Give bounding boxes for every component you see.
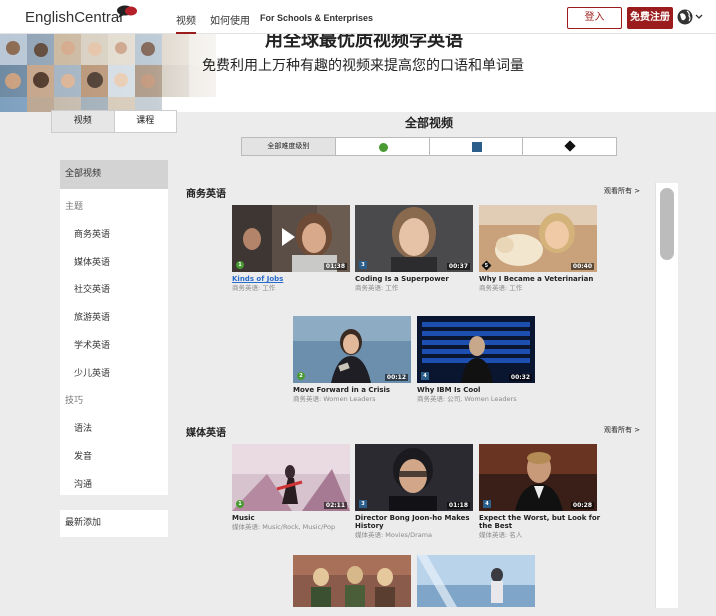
sidebar-item-pronunciation[interactable]: 发音 — [60, 449, 168, 462]
video-duration: 00:28 — [570, 502, 594, 509]
level-filter-intermediate[interactable] — [430, 138, 524, 155]
video-title[interactable]: Director Bong Joon-ho Makes History — [355, 514, 477, 530]
level-filter-all[interactable]: 全部难度级别 — [242, 138, 336, 155]
page-title: 全部视频 — [404, 116, 453, 130]
level-badge-number: 5 — [484, 262, 488, 269]
nav-videos-label: 视频 — [176, 16, 196, 27]
difficulty-level-filter: 全部难度级别 — [241, 137, 617, 156]
logo-text: EnglishCentral — [25, 9, 123, 26]
content-scrollbar[interactable] — [655, 183, 678, 608]
video-title[interactable]: Coding Is a Superpower — [355, 275, 477, 283]
nav-schools-label: For Schools & Enterprises — [260, 13, 374, 23]
login-button[interactable]: 登入 — [567, 7, 622, 29]
level-badge: 1 — [236, 261, 244, 269]
sidebar-item-academic[interactable]: 学术英语 — [60, 338, 168, 351]
level-filter-beginner[interactable] — [336, 138, 430, 155]
blue-square-icon — [471, 142, 482, 152]
video-thumbnail[interactable] — [417, 555, 535, 607]
videos-courses-toggle: 视频 课程 — [51, 110, 177, 133]
video-thumbnail[interactable]: 3 01:18 — [355, 444, 473, 511]
toggle-courses[interactable]: 课程 — [115, 111, 177, 132]
sidebar-item-all-videos[interactable]: 全部视频 — [60, 160, 168, 189]
video-thumbnail[interactable]: 4 00:28 — [479, 444, 597, 511]
video-title[interactable]: Move Forward in a Crisis — [293, 386, 415, 394]
video-duration: 02:11 — [323, 502, 347, 509]
video-duration: 01:38 — [323, 263, 347, 270]
hero-subtitle: 免费利用上万种有趣的视频来提高您的口语和单词量 — [202, 58, 524, 74]
video-category: 商务英语: 公司, Women Leaders — [417, 395, 517, 403]
nav-how-it-works-label: 如何使用 — [210, 16, 250, 27]
video-duration: 00:40 — [570, 263, 594, 270]
level-badge: 1 — [236, 500, 244, 508]
sidebar-item-kids[interactable]: 少儿英语 — [60, 366, 168, 379]
video-thumbnail[interactable]: 1 01:38 — [232, 205, 350, 272]
level-filter-all-label: 全部难度级别 — [267, 142, 310, 150]
toggle-videos[interactable]: 视频 — [52, 111, 115, 132]
video-thumbnail[interactable]: 4 00:32 — [417, 316, 535, 383]
video-duration: 01:18 — [446, 502, 470, 509]
globe-language-icon[interactable] — [677, 9, 703, 25]
sidebar-item-social[interactable]: 社交英语 — [60, 282, 168, 295]
sidebar-item-grammar[interactable]: 语法 — [60, 421, 168, 434]
video-category: 商务英语: 工作 — [232, 284, 276, 292]
green-circle-icon — [378, 143, 388, 152]
level-filter-advanced[interactable] — [523, 138, 616, 155]
video-duration: 00:37 — [446, 263, 470, 270]
nav-how-it-works[interactable]: 如何使用 — [210, 12, 250, 27]
video-thumbnail[interactable]: 1 02:11 — [232, 444, 350, 511]
see-all-business-link[interactable]: 观看所有 > — [604, 186, 640, 196]
video-category: 商务英语: 工作 — [355, 284, 399, 292]
video-category: 媒体英语: 名人 — [479, 531, 523, 539]
category-sidebar: 全部视频 主题 商务英语 媒体英语 社交英语 旅游英语 学术英语 少儿英语 技巧… — [60, 160, 168, 495]
video-thumbnail[interactable]: 5 00:40 — [479, 205, 597, 272]
nav-videos[interactable]: 视频 — [176, 12, 196, 34]
video-title[interactable]: Music — [232, 514, 354, 522]
video-thumbnail[interactable]: 3 00:37 — [355, 205, 473, 272]
level-badge: 3 — [359, 500, 367, 508]
video-title[interactable]: Why IBM Is Cool — [417, 386, 539, 394]
see-all-media-link[interactable]: 观看所有 > — [604, 425, 640, 435]
scrollbar-thumb[interactable] — [660, 188, 674, 260]
sidebar-heading-skills: 技巧 — [65, 396, 84, 406]
sidebar-item-recently-added[interactable]: 最新添加 — [60, 510, 168, 537]
video-category: 商务英语: Women Leaders — [293, 395, 376, 403]
video-thumbnail[interactable] — [293, 555, 411, 607]
level-badge: 4 — [421, 372, 429, 380]
hero-title: 用全球最优质视频学英语 — [265, 34, 463, 51]
video-category: 媒体英语: Music/Rock, Music/Pop — [232, 523, 336, 531]
sidebar-heading-topics: 主题 — [65, 202, 84, 212]
video-duration: 00:12 — [384, 374, 408, 381]
hero-banner: 用全球最优质视频学英语 免费利用上万种有趣的视频来提高您的口语和单词量 — [0, 34, 716, 112]
level-badge: 2 — [297, 372, 305, 380]
black-diamond-icon — [564, 140, 576, 152]
section-title-business: 商务英语 — [186, 189, 226, 200]
sidebar-item-business[interactable]: 商务英语 — [60, 227, 168, 240]
video-title[interactable]: Expect the Worst, but Look for the Best — [479, 514, 601, 530]
level-badge: 4 — [483, 500, 491, 508]
video-title[interactable]: Kinds of Jobs — [232, 275, 354, 283]
speech-bubble-icon — [117, 5, 137, 18]
nav-schools-enterprises[interactable]: For Schools & Enterprises — [260, 13, 373, 23]
level-badge: 3 — [359, 261, 367, 269]
video-duration: 00:32 — [508, 374, 532, 381]
englishcentral-logo[interactable]: EnglishCentral — [25, 5, 137, 26]
video-thumbnail[interactable]: 2 00:12 — [293, 316, 411, 383]
sidebar-item-media[interactable]: 媒体英语 — [60, 255, 168, 268]
section-title-media: 媒体英语 — [186, 428, 226, 439]
top-navigation-bar: EnglishCentral 视频 如何使用 For Schools & Ent… — [0, 0, 716, 34]
sidebar-item-communication[interactable]: 沟通 — [60, 477, 168, 490]
video-category: 媒体英语: Movies/Drama — [355, 531, 433, 539]
video-category: 商务英语: 工作 — [479, 284, 523, 292]
signup-button[interactable]: 免费注册 — [627, 7, 673, 29]
play-icon[interactable] — [282, 228, 295, 246]
sidebar-item-travel[interactable]: 旅游英语 — [60, 310, 168, 323]
video-title[interactable]: Why I Became a Veterinarian — [479, 275, 601, 283]
